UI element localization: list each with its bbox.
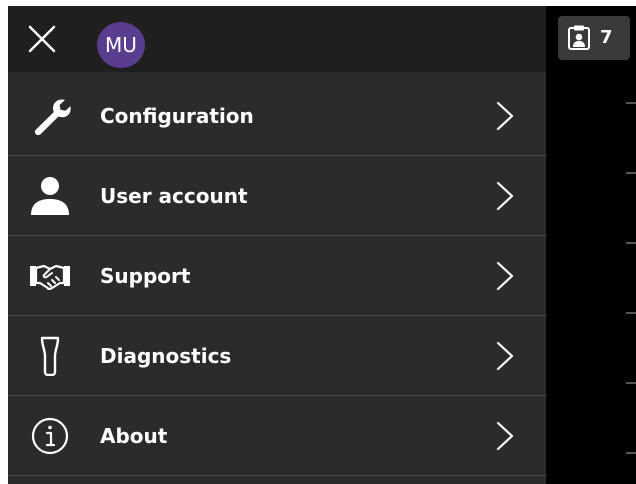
scale-tick	[626, 102, 636, 104]
scale-tick	[626, 452, 636, 454]
user-icon	[31, 177, 69, 215]
notification-count: 7	[600, 27, 613, 48]
scale-tick	[626, 312, 636, 314]
chevron-right-icon	[496, 421, 514, 451]
menu-list: Configuration User account Support Diagn…	[8, 76, 546, 476]
chevron-right-icon	[496, 101, 514, 131]
menu-item-about[interactable]: About	[8, 396, 546, 476]
chevron-right-icon	[496, 261, 514, 291]
close-icon	[28, 25, 56, 53]
user-avatar[interactable]: MU	[97, 22, 145, 68]
menu-item-label: User account	[100, 184, 248, 208]
chevron-right-icon	[496, 341, 514, 371]
handshake-icon	[30, 264, 70, 290]
notification-badge[interactable]: 7	[558, 16, 630, 60]
clipboard-user-icon	[568, 25, 590, 50]
menu-item-diagnostics[interactable]: Diagnostics	[8, 316, 546, 396]
info-icon	[31, 417, 69, 455]
probe-icon	[40, 336, 60, 376]
scale-tick	[626, 242, 636, 244]
menu-item-label: About	[100, 424, 168, 448]
scale-tick	[626, 172, 636, 174]
navigation-drawer: MU Configuration User account Support Di…	[8, 6, 546, 484]
menu-item-user-account[interactable]: User account	[8, 156, 546, 236]
drawer-header: MU	[8, 6, 546, 72]
app-screen: MU Configuration User account Support Di…	[8, 6, 636, 484]
close-button[interactable]	[24, 21, 60, 57]
menu-item-label: Diagnostics	[100, 344, 232, 368]
chevron-right-icon	[496, 181, 514, 211]
menu-item-label: Support	[100, 264, 191, 288]
scale-tick	[626, 382, 636, 384]
menu-item-label: Configuration	[100, 104, 254, 128]
menu-item-configuration[interactable]: Configuration	[8, 76, 546, 156]
wrench-icon	[34, 99, 71, 136]
menu-item-support[interactable]: Support	[8, 236, 546, 316]
